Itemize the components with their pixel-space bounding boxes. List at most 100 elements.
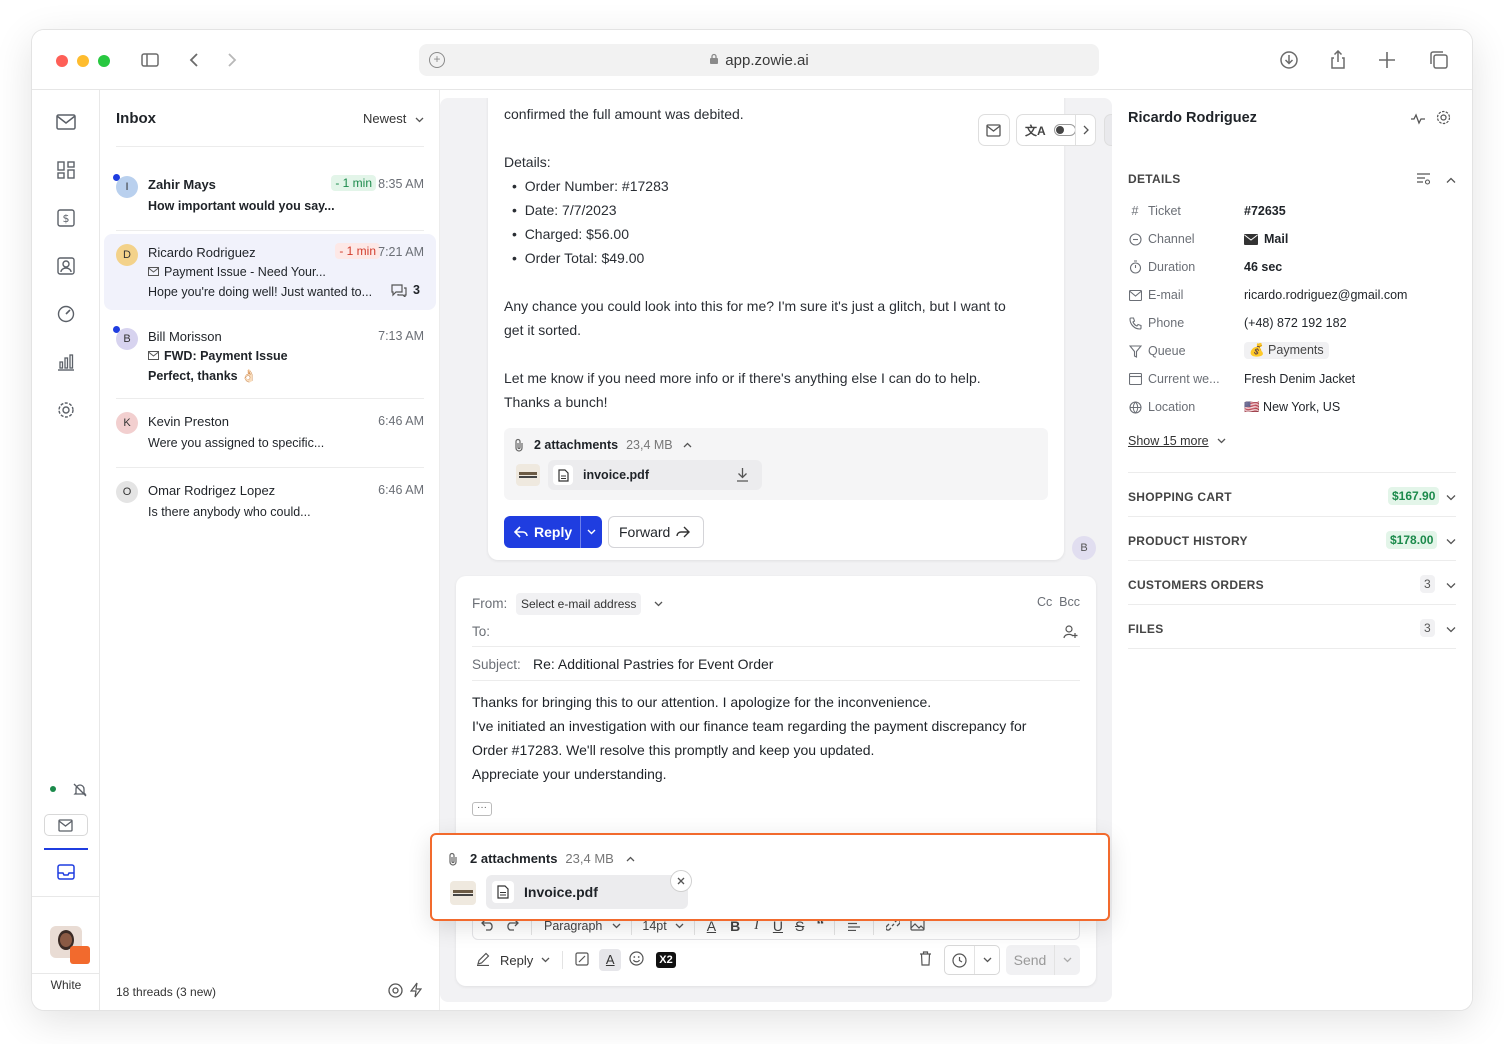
product-history-section[interactable]: PRODUCT HISTORY	[1128, 534, 1248, 548]
section-divider	[1128, 648, 1456, 649]
chevron-down-icon[interactable]	[654, 601, 663, 607]
settings-icon[interactable]	[1436, 110, 1451, 130]
trash-icon[interactable]	[919, 951, 932, 969]
thread-time: 7:21 AM	[378, 245, 424, 259]
address-bar[interactable]: + app.zowie.ai	[419, 44, 1099, 76]
lightning-icon[interactable]	[409, 982, 423, 1003]
browser-icon	[1128, 372, 1142, 386]
chevron-down-icon[interactable]	[1446, 625, 1456, 635]
text-format-icon[interactable]: A	[599, 949, 622, 971]
tabs-overview-icon[interactable]	[1427, 48, 1451, 72]
schedule-button[interactable]	[944, 945, 1000, 975]
thread-avatar: K	[116, 412, 138, 434]
reply-button[interactable]: Reply	[504, 516, 602, 548]
files-section[interactable]: FILES	[1128, 622, 1164, 636]
customer-details-panel: Ricardo Rodriguez DETAILS # Ticket #7263…	[1112, 90, 1472, 1010]
download-icon[interactable]	[1277, 48, 1301, 72]
message-paragraph: Any chance you could look into this for …	[504, 298, 1006, 314]
thread-item-selected[interactable]: D Ricardo Rodriguez - 1 min 7:21 AM Paym…	[104, 234, 436, 310]
sort-dropdown[interactable]: Newest	[363, 111, 424, 126]
new-tab-icon[interactable]	[1375, 48, 1399, 72]
signature-icon[interactable]	[575, 951, 589, 969]
activity-icon[interactable]	[1410, 112, 1426, 130]
more-options-button[interactable]: ···	[472, 802, 492, 816]
svg-text:$: $	[63, 212, 70, 225]
translate-toggle[interactable]: 文A	[1016, 114, 1096, 146]
chevron-down-icon[interactable]	[1446, 581, 1456, 591]
forward-icon[interactable]	[220, 48, 244, 72]
contacts-icon[interactable]	[54, 254, 78, 278]
chevron-down-icon	[975, 946, 999, 974]
reply-mode-select[interactable]: Reply	[500, 953, 550, 968]
close-window-button[interactable]	[56, 55, 68, 67]
thread-time: 8:35 AM	[378, 177, 424, 191]
rail-divider-bottom	[32, 973, 100, 974]
detail-bullet: • Charged: $56.00	[512, 226, 629, 242]
globe-icon	[1128, 400, 1142, 414]
thread-sender: Omar Rodrigez Lopez	[148, 483, 276, 498]
maximize-window-button[interactable]	[98, 55, 110, 67]
emoji-icon[interactable]	[629, 951, 644, 969]
chevron-right-icon[interactable]	[1075, 115, 1095, 145]
attachments-header[interactable]: 2 attachments 23,4 MB	[448, 851, 635, 866]
cc-bcc-toggle[interactable]: Cc Bcc	[1037, 595, 1080, 609]
thread-preview: How important would you say...	[148, 199, 335, 213]
chevron-down-icon[interactable]	[1446, 493, 1456, 503]
sender-avatar: B	[1072, 536, 1096, 560]
dashboard-icon[interactable]	[54, 158, 78, 182]
settings-icon[interactable]	[54, 398, 78, 422]
file-chip[interactable]: Invoice.pdf	[486, 875, 688, 909]
back-icon[interactable]	[182, 48, 206, 72]
reply-dropdown[interactable]	[580, 516, 602, 548]
support-icon[interactable]	[388, 983, 403, 1003]
x2-button[interactable]: X2	[656, 952, 676, 968]
share-icon[interactable]	[1326, 48, 1350, 72]
sidebar-toggle-icon[interactable]	[138, 48, 162, 72]
attachment-thumbnail[interactable]	[450, 881, 476, 905]
send-button[interactable]: Send	[1006, 945, 1080, 975]
section-divider	[1128, 516, 1456, 517]
chevron-down-icon[interactable]	[1446, 537, 1456, 547]
paperclip-icon	[515, 438, 523, 452]
font-size-select[interactable]: 14pt	[642, 919, 684, 933]
new-email-button[interactable]	[978, 114, 1010, 146]
new-tab-shortcut-icon[interactable]: +	[429, 52, 445, 68]
thread-item[interactable]: O Omar Rodrigez Lopez 6:46 AM Is there a…	[104, 473, 436, 531]
add-panel-button[interactable]	[1104, 114, 1112, 146]
minimize-window-button[interactable]	[77, 55, 89, 67]
customer-orders-section[interactable]: CUSTOMERS ORDERS	[1128, 578, 1264, 592]
download-file-icon[interactable]	[736, 467, 749, 487]
toggle-switch[interactable]	[1053, 124, 1076, 136]
file-chip[interactable]: invoice.pdf	[548, 460, 762, 490]
attachment-thumbnail[interactable]	[516, 464, 540, 486]
mail-icon[interactable]	[54, 110, 78, 134]
performance-icon[interactable]	[54, 302, 78, 326]
shopping-cart-section[interactable]: SHOPPING CART	[1128, 490, 1232, 504]
thread-item[interactable]: B Bill Morisson 7:13 AM FWD: Payment Iss…	[104, 318, 436, 394]
chevron-down-icon	[1217, 438, 1226, 444]
paragraph-select[interactable]: Paragraph	[544, 919, 621, 933]
remove-attachment-button[interactable]	[670, 870, 692, 892]
thread-item[interactable]: I Zahir Mays - 1 min 8:35 AM How importa…	[104, 166, 436, 226]
show-more-link[interactable]: Show 15 more	[1128, 434, 1226, 448]
subject-input[interactable]: Re: Additional Pastries for Event Order	[533, 656, 773, 672]
attachments-header[interactable]: 2 attachments 23,4 MB	[514, 438, 692, 452]
add-contact-icon[interactable]	[1063, 624, 1078, 644]
analytics-icon[interactable]	[54, 350, 78, 374]
notifications-off-icon[interactable]	[68, 778, 92, 802]
edit-icon	[476, 952, 490, 969]
thread-item[interactable]: K Kevin Preston 6:46 AM Were you assigne…	[104, 404, 436, 462]
inbox-icon[interactable]	[54, 860, 78, 884]
browser-titlebar: + app.zowie.ai	[32, 30, 1472, 90]
forward-button[interactable]: Forward	[608, 516, 704, 548]
billing-icon[interactable]: $	[54, 206, 78, 230]
thread-sender: Zahir Mays	[148, 177, 216, 192]
details-section-header[interactable]: DETAILS	[1128, 172, 1181, 186]
chevron-up-icon[interactable]	[1446, 175, 1456, 185]
to-input[interactable]	[504, 620, 1044, 642]
compose-new-button[interactable]	[44, 814, 88, 836]
from-select[interactable]: Select e-mail address	[516, 593, 642, 615]
message-body-editor[interactable]: Thanks for bringing this to our attentio…	[472, 690, 1082, 786]
customize-fields-icon[interactable]	[1416, 172, 1431, 190]
active-tab-indicator	[44, 848, 88, 850]
